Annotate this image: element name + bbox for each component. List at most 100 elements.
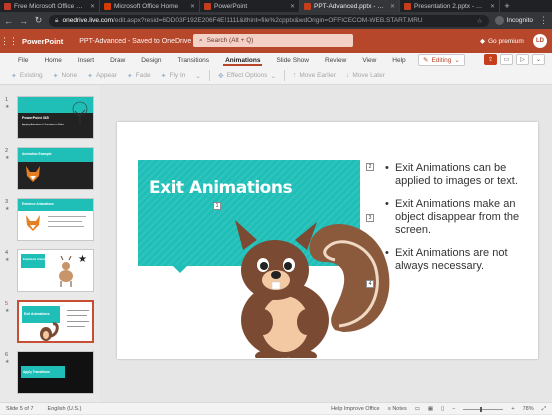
tab-title: Presentation 2.pptx - Micr	[414, 2, 487, 10]
gallery-chevron-icon[interactable]: ⌄	[190, 72, 205, 80]
go-premium-button[interactable]: ◆ Go premium	[480, 29, 524, 53]
app-name[interactable]: PowerPoint	[22, 37, 63, 46]
tab-transitions[interactable]: Transitions	[170, 53, 218, 67]
tab-close-icon[interactable]: ✕	[390, 3, 395, 10]
browser-menu-icon[interactable]: ⋮	[539, 15, 548, 26]
share-icon[interactable]: ⇪	[484, 54, 497, 65]
browser-tab-active[interactable]: PPT-Advanced.pptx - Micr ✕	[300, 0, 400, 12]
bullet-item: Exit Animations are not always necessary…	[385, 247, 520, 273]
present-icon[interactable]: ▷	[516, 54, 529, 65]
tab-favicon-icon	[4, 2, 11, 10]
tab-close-icon[interactable]: ✕	[90, 3, 95, 10]
incognito-label: Incognito	[506, 17, 533, 24]
address-bar[interactable]: 🔒︎ onedrive.live.com/edit.aspx?resid=6DD…	[49, 14, 489, 27]
tab-title: Microsoft Office Home	[114, 2, 179, 10]
star-icon: ✦	[87, 72, 93, 80]
slide-number: 5	[5, 301, 9, 307]
fade-animation-button[interactable]: ✦ Fade	[122, 72, 156, 80]
zoom-out-icon[interactable]: −	[452, 406, 455, 412]
move-earlier-button[interactable]: ↑ Move Earlier	[288, 72, 341, 79]
tab-title: Free Microsoft Office Onlin	[14, 2, 87, 10]
tab-insert[interactable]: Insert	[70, 53, 102, 67]
editing-mode-label: Editing	[431, 56, 452, 64]
reload-icon[interactable]: ↻	[34, 15, 43, 26]
squirrel-drawing-icon	[40, 322, 59, 341]
tab-draw[interactable]: Draw	[102, 53, 133, 67]
tab-slide-show[interactable]: Slide Show	[268, 53, 317, 67]
tab-file[interactable]: File	[10, 53, 36, 67]
reading-view-icon[interactable]: ▯	[441, 406, 444, 412]
none-animation-button[interactable]: ✦ None	[48, 72, 82, 80]
zoom-slider[interactable]	[463, 406, 504, 412]
app-launcher-icon[interactable]: ⋮⋮	[0, 29, 18, 53]
browser-tab[interactable]: Presentation 2.pptx - Micr ✕	[400, 0, 500, 12]
notes-label: Notes	[392, 406, 407, 412]
slide-thumbnail-2[interactable]: Animation Example	[17, 147, 94, 190]
animation-star-icon: ★	[5, 104, 10, 110]
fit-to-window-icon[interactable]: ⤢	[542, 406, 546, 413]
existing-button[interactable]: ✦ Existing	[6, 72, 48, 80]
fly-in-animation-button[interactable]: ✦ Fly In	[156, 72, 191, 80]
tab-review[interactable]: Review	[317, 53, 354, 67]
forward-icon[interactable]: →	[19, 16, 28, 26]
slide-thumbnail-3[interactable]: Entrance Animations	[17, 198, 94, 241]
animation-order-tag[interactable]: 3	[366, 214, 374, 222]
tab-view[interactable]: View	[354, 53, 384, 67]
bookmark-star-icon[interactable]: ☆	[477, 17, 483, 25]
document-title[interactable]: PPT-Advanced - Saved to OneDrive	[79, 38, 191, 45]
help-improve-link[interactable]: Help Improve Office	[331, 406, 380, 412]
slide-thumbnail-4[interactable]: Emphasis Animations ★	[17, 249, 94, 292]
normal-view-icon[interactable]: ▭	[415, 406, 420, 412]
language-indicator[interactable]: English (U.S.)	[48, 406, 82, 412]
slide-thumbnail-1[interactable]: PowerPoint 365 Applying Animations & Tra…	[17, 96, 94, 139]
slide-canvas[interactable]: Exit Animations 1 2 3 4 Exit Animations …	[117, 122, 538, 359]
tab-help[interactable]: Help	[384, 53, 413, 67]
animation-order-tag[interactable]: 2	[366, 163, 374, 171]
animation-star-icon: ★	[5, 257, 10, 263]
effect-options-label: Effect Options	[226, 72, 268, 79]
animation-order-tag[interactable]: 4	[366, 280, 374, 288]
search-box[interactable]: ⌕ Search (Alt + Q)	[193, 34, 353, 47]
ribbon-separator	[283, 70, 285, 81]
tab-favicon-icon	[204, 2, 211, 10]
tab-close-icon[interactable]: ✕	[290, 3, 295, 10]
comments-icon[interactable]: ▭	[500, 54, 513, 65]
zoom-in-icon[interactable]: +	[511, 406, 514, 412]
browser-tab[interactable]: Microsoft Office Home ✕	[100, 0, 200, 12]
zoom-level[interactable]: 78%	[523, 406, 534, 412]
sorter-view-icon[interactable]: ▦	[428, 406, 433, 412]
incognito-indicator[interactable]: Incognito	[494, 16, 533, 25]
slide-thumbnail-6[interactable]: Apply Transitions	[17, 351, 94, 394]
tab-favicon-icon	[104, 2, 111, 10]
slide-title[interactable]: Exit Animations	[149, 178, 293, 198]
editing-mode-dropdown[interactable]: ✎ Editing ⌄	[418, 54, 465, 66]
bullet-list[interactable]: Exit Animations can be applied to images…	[385, 162, 520, 283]
move-earlier-label: Move Earlier	[299, 72, 336, 79]
none-label: None	[61, 72, 78, 79]
tab-close-icon[interactable]: ✕	[490, 3, 495, 10]
slide-number: 3	[5, 199, 9, 205]
more-options-icon[interactable]: ⌄	[532, 54, 545, 65]
tab-close-icon[interactable]: ✕	[190, 3, 195, 10]
slide-thumbnail-5[interactable]: Exit Animations	[17, 300, 94, 343]
browser-tab-strip: Free Microsoft Office Onlin ✕ Microsoft …	[0, 0, 552, 12]
star-icon: ✦	[11, 72, 17, 80]
back-icon[interactable]: ←	[4, 16, 13, 26]
thumb-subtitle: Applying Animations & Transitions to Sli…	[22, 124, 64, 126]
tab-design[interactable]: Design	[133, 53, 169, 67]
notes-button[interactable]: ≡ Notes	[388, 406, 407, 412]
chevron-down-icon: ⌄	[270, 72, 276, 80]
browser-tab[interactable]: Free Microsoft Office Onlin ✕	[0, 0, 100, 12]
animation-order-tag[interactable]: 1	[213, 202, 221, 210]
arrow-down-icon: ↓	[345, 72, 350, 79]
browser-tab[interactable]: PowerPoint ✕	[200, 0, 300, 12]
avatar[interactable]: LD	[533, 34, 547, 48]
ribbon-tabs: File Home Insert Draw Design Transitions…	[0, 53, 552, 67]
tab-home[interactable]: Home	[36, 53, 69, 67]
move-later-button[interactable]: ↓ Move Later	[341, 72, 390, 79]
appear-animation-button[interactable]: ✦ Appear	[82, 72, 122, 80]
effect-options-button[interactable]: ✥ Effect Options ⌄	[213, 72, 281, 80]
new-tab-button[interactable]: +	[500, 0, 514, 12]
fly-in-label: Fly In	[169, 72, 186, 79]
tab-animations[interactable]: Animations	[217, 53, 268, 67]
